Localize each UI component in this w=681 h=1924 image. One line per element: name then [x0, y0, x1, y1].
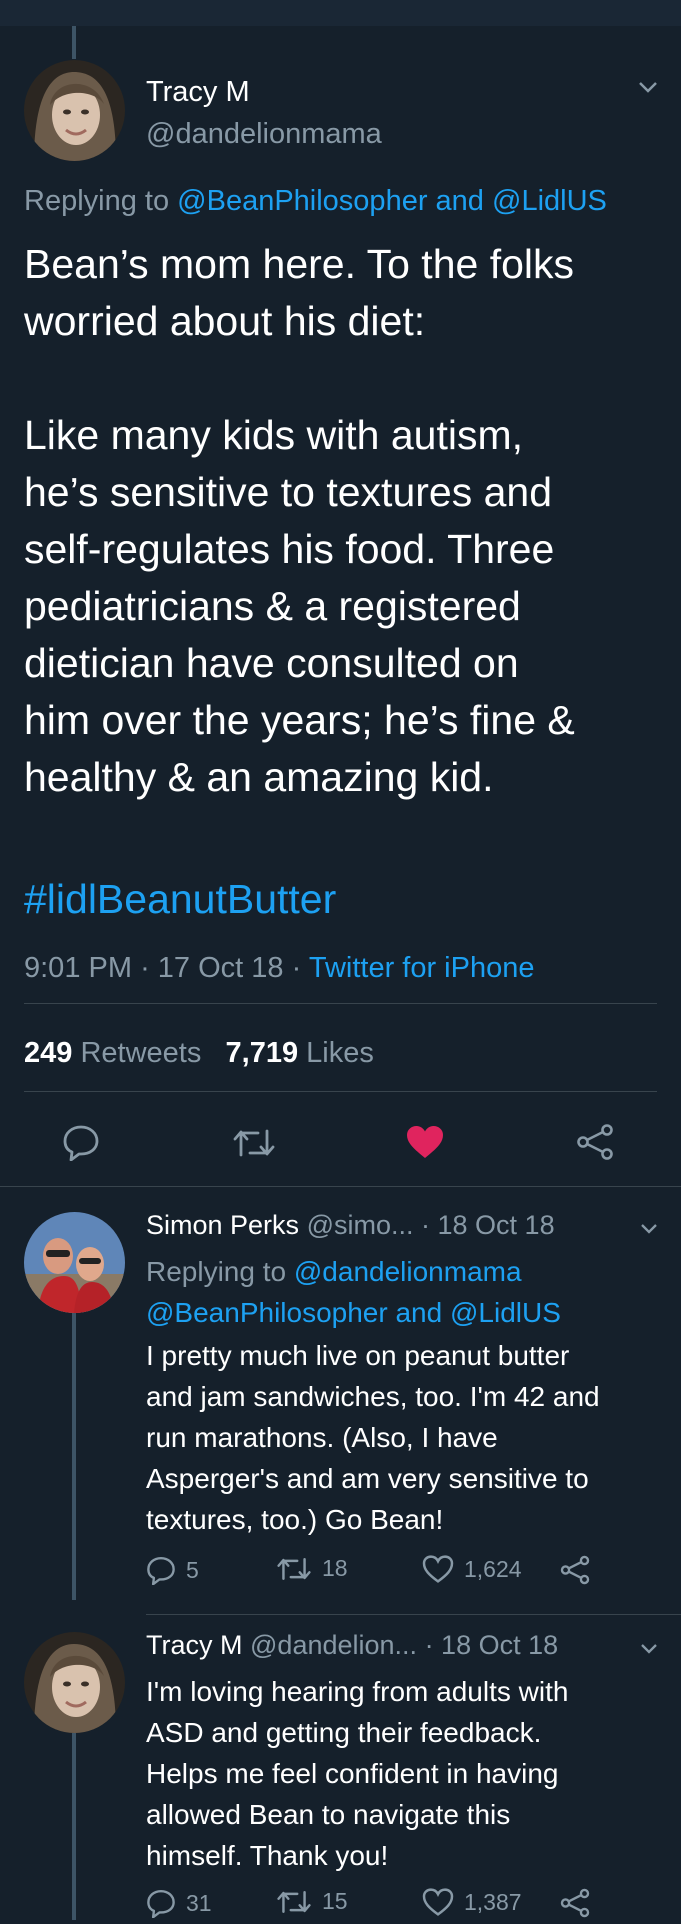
author-name[interactable]: Tracy M	[146, 76, 250, 109]
retweet-count: 15	[322, 1888, 348, 1914]
mention-link[interactable]: @LidlUS	[450, 1297, 561, 1328]
retweet-action[interactable]: 15	[276, 1888, 348, 1915]
retweets-stat[interactable]: 249 Retweets	[24, 1037, 201, 1069]
chevron-down-icon[interactable]	[640, 1222, 658, 1240]
tweet-text: Bean’s mom here. To the folks worried ab…	[24, 241, 575, 800]
mention-link[interactable]: @dandelionmama	[294, 1256, 522, 1287]
author-handle[interactable]: @simo...	[307, 1210, 414, 1240]
divider	[0, 1186, 681, 1187]
reply-icon[interactable]	[62, 1123, 100, 1166]
divider	[24, 1091, 657, 1092]
likes-stat[interactable]: 7,719 Likes	[226, 1037, 374, 1069]
avatar[interactable]	[24, 1212, 125, 1313]
reply-count: 5	[186, 1556, 199, 1583]
tweet-date: · 18 Oct 18	[424, 1630, 559, 1660]
divider	[146, 1614, 681, 1615]
tweet-date: 17 Oct 18	[157, 952, 284, 984]
retweet-action[interactable]: 18	[276, 1555, 348, 1582]
tweet-source-link[interactable]: Twitter for iPhone	[309, 952, 535, 984]
author-handle[interactable]: @dandelionmama	[146, 118, 382, 151]
like-action[interactable]: 1,624	[422, 1555, 522, 1583]
thread-line	[72, 1728, 76, 1920]
like-count: 1,624	[464, 1555, 522, 1582]
reply-action[interactable]: 5	[146, 1555, 199, 1585]
reply-text: I'm loving hearing from adults with ASD …	[146, 1676, 569, 1871]
avatar[interactable]	[24, 60, 125, 161]
tweet-stats: 249 Retweets 7,719 Likes	[24, 1037, 374, 1070]
like-action[interactable]: 1,387	[422, 1888, 522, 1916]
status-bar	[0, 0, 681, 26]
share-icon[interactable]	[576, 1124, 614, 1165]
avatar[interactable]	[24, 1632, 125, 1733]
retweet-icon[interactable]	[232, 1127, 276, 1164]
thread-line-top	[72, 26, 76, 59]
reply-actions: 31 15 1,387	[146, 1888, 616, 1924]
mention-link[interactable]: @BeanPhilosopher	[177, 185, 427, 217]
share-icon[interactable]	[560, 1888, 600, 1918]
reply-header: Tracy M @dandelion... · 18 Oct 18	[146, 1630, 558, 1661]
chevron-down-icon[interactable]	[640, 1642, 658, 1660]
reply-count: 31	[186, 1889, 212, 1916]
like-count: 1,387	[464, 1888, 522, 1915]
share-icon[interactable]	[560, 1555, 600, 1585]
replying-to: Replying to @BeanPhilosopher and @LidlUS	[24, 185, 607, 217]
divider	[24, 1003, 657, 1004]
tweet-meta: 9:01 PM · 17 Oct 18 · Twitter for iPhone	[24, 952, 535, 984]
like-heart-icon[interactable]	[406, 1125, 444, 1164]
mention-link[interactable]: @BeanPhilosopher	[146, 1297, 388, 1328]
author-name[interactable]: Tracy M	[146, 1630, 243, 1660]
tweet-time: 9:01 PM	[24, 952, 132, 984]
reply-text: I pretty much live on peanut butter and …	[146, 1340, 600, 1535]
reply-header: Simon Perks @simo... · 18 Oct 18	[146, 1210, 555, 1241]
reply-actions: 5 18 1,624	[146, 1555, 616, 1591]
author-name[interactable]: Simon Perks	[146, 1210, 299, 1240]
hashtag-link[interactable]: #lidlBeanutButter	[24, 876, 336, 923]
replying-to: Replying to @dandelionmama @BeanPhilosop…	[146, 1256, 561, 1328]
retweet-count: 18	[322, 1555, 348, 1581]
thread-line	[72, 1310, 76, 1600]
author-handle[interactable]: @dandelion...	[250, 1630, 417, 1660]
reply-action[interactable]: 31	[146, 1888, 212, 1918]
chevron-down-icon[interactable]	[638, 80, 658, 99]
mention-link[interactable]: @LidlUS	[492, 185, 607, 217]
tweet-date: · 18 Oct 18	[421, 1210, 555, 1240]
